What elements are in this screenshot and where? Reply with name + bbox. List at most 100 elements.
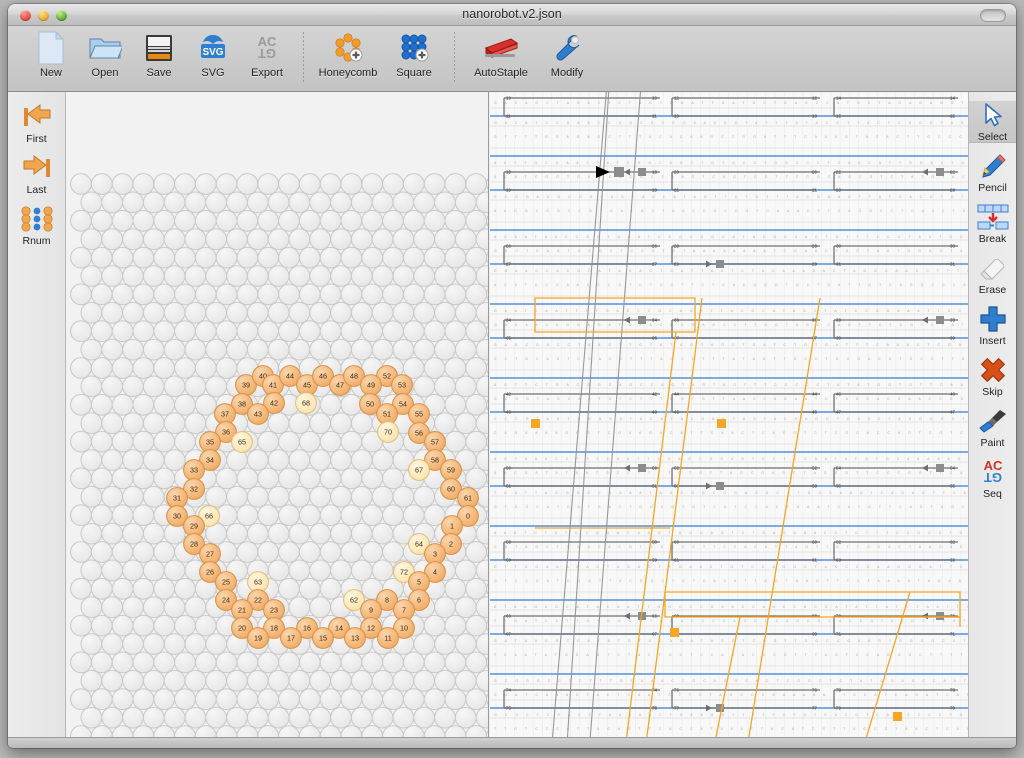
seq-label: Seq — [983, 488, 1002, 500]
open-folder-icon — [88, 30, 122, 66]
export-label: Export — [251, 67, 283, 79]
svg-text:GT: GT — [258, 46, 276, 61]
path-view-pane[interactable]: T G A G G T G T A G T A G G C C C G A A … — [490, 92, 968, 747]
svg-text:C T T G G A A A A A C T A G A: C T T G G A A A A A C T A G A G T T G A … — [494, 565, 968, 569]
helix-slot[interactable]: 43 — [248, 404, 269, 425]
seq-tool-button[interactable]: AC GT Seq — [969, 457, 1016, 500]
break-tool-button[interactable]: Break — [969, 202, 1016, 245]
scaffold-breakpoint-marker[interactable] — [893, 712, 902, 721]
helix-number: 66 — [205, 512, 213, 521]
arrow-to-first-icon — [20, 102, 54, 132]
helix-number: 60 — [447, 485, 455, 494]
svg-label: SVG — [201, 67, 224, 79]
helix-number: 64 — [415, 540, 423, 549]
svg-icon: SVG — [197, 30, 229, 66]
helix-number: 27 — [206, 550, 214, 559]
helix-number: 26 — [206, 568, 214, 577]
svg-button[interactable]: SVG SVG — [186, 30, 240, 79]
svg-text:C C T G C A G T C G A C C T T: C C T G C A G T C G A C C T T T A G C C … — [494, 357, 968, 361]
helix-number: 59 — [447, 466, 455, 475]
paint-tool-button[interactable]: Paint — [969, 406, 1016, 449]
selection-endpoint-marker[interactable] — [614, 167, 624, 177]
insert-tool-button[interactable]: Insert — [969, 304, 1016, 347]
helix-number: 33 — [190, 466, 198, 475]
pencil-tool-button[interactable]: Pencil — [969, 151, 1016, 194]
scaffold-breakpoint-marker[interactable] — [531, 419, 540, 428]
helix-number: 67 — [415, 466, 423, 475]
honeycomb-lattice-icon — [331, 30, 365, 66]
helix-slot[interactable]: 11 — [378, 628, 399, 649]
helix-number: 3 — [433, 550, 437, 559]
modify-button[interactable]: Modify — [538, 30, 596, 79]
helix-slot[interactable]: 67 — [409, 460, 430, 481]
svg-text:GT: GT — [983, 470, 1001, 485]
helix-number: 17 — [287, 634, 295, 643]
helix-slot[interactable]: 68 — [296, 393, 317, 414]
helix-number: 23 — [270, 606, 278, 615]
slice-view-pane[interactable]: 3940414445464748524953384268505437435155… — [66, 92, 489, 747]
svg-text:T T G T C C C A T T A G A G T: T T G T C C C A T T A G A G T T C A C C … — [494, 727, 968, 731]
helix-slot[interactable]: 19 — [248, 628, 269, 649]
scaffold-breakpoint-marker[interactable] — [670, 628, 679, 637]
honeycomb-button[interactable]: Honeycomb — [313, 30, 383, 79]
helix-number: 49 — [367, 381, 375, 390]
helix-slot[interactable]: 15 — [313, 628, 334, 649]
last-tool-button[interactable]: Last — [8, 153, 65, 196]
helix-number: 58 — [431, 456, 439, 465]
path-strand-diagram[interactable]: T G A G G T G T A G T A G G C C C G A A … — [490, 92, 968, 747]
svg-text:A G T A A A C C T T T C A A T: A G T A A A C C T T T C A A T T T G A G … — [494, 457, 968, 461]
svg-text:A C A T C C C A A C C C G T C: A C A T C C C A A C C C G T C T C C T T … — [494, 283, 968, 287]
helix-slot[interactable]: 13 — [345, 628, 366, 649]
save-button[interactable]: Save — [132, 30, 186, 79]
helix-number: 48 — [350, 372, 358, 381]
select-label: Select — [978, 131, 1007, 143]
helix-slot[interactable]: 59 — [441, 460, 462, 481]
skip-tool-button[interactable]: Skip — [969, 355, 1016, 398]
title-bar: nanorobot.v2.json — [8, 4, 1016, 26]
helix-number: 41 — [269, 381, 277, 390]
helix-number: 63 — [254, 578, 262, 587]
toolbar-separator-1 — [303, 32, 304, 84]
slice-lattice[interactable]: 3940414445464748524953384268505437435155… — [66, 92, 489, 747]
svg-text:G A G C G A C C T A A G T T G: G A G C G A C C T A A G T T G T A T A G … — [494, 343, 968, 347]
export-button[interactable]: AC GT Export — [240, 30, 294, 79]
helix-number: 7 — [402, 606, 406, 615]
helix-number: 43 — [254, 410, 262, 419]
svg-text:T G A T T A G G G C C G A A A: T G A T T A G G G C C G A A A T A G G G … — [494, 491, 968, 495]
helix-number: 50 — [366, 400, 374, 409]
scaffold-breakpoint-marker[interactable] — [717, 419, 726, 428]
svg-text:G A T A A G G C C A T A T G T: G A T A A G G C C A T A T G T C C A G A … — [494, 639, 968, 643]
main-toolbar: New Open Save — [8, 26, 1016, 92]
helix-number: 20 — [238, 624, 246, 633]
helix-slot[interactable]: 49 — [361, 375, 382, 396]
helix-slot[interactable]: 33 — [184, 460, 205, 481]
open-button[interactable]: Open — [78, 30, 132, 79]
helix-number: 14 — [335, 624, 343, 633]
svg-text:A T A A G A G C A T A C A A T: A T A A G A G C A T A C A A T T G G C C … — [494, 605, 968, 609]
square-button[interactable]: Square — [383, 30, 445, 79]
helix-slot[interactable]: 53 — [392, 375, 413, 396]
select-tool-button[interactable]: Select — [969, 100, 1016, 143]
helix-slot[interactable]: 70 — [378, 422, 399, 443]
paintbrush-icon — [978, 406, 1008, 436]
sequence-ac-gt-icon: AC GT — [976, 457, 1010, 487]
helix-number: 31 — [173, 494, 181, 503]
erase-tool-button[interactable]: Erase — [969, 253, 1016, 296]
helix-number: 4 — [433, 568, 437, 577]
svg-text:G C G G T A G C A A T G T C T: G C G G T A G C A A T G T C T T T G G T … — [494, 397, 968, 401]
toolbar-toggle-button[interactable] — [980, 9, 1006, 22]
svg-text:A A C G A T A T A A T G C C T: A A C G A T A T A A T G C C T T T T G T … — [494, 471, 968, 475]
autostaple-button[interactable]: AutoStaple — [464, 30, 538, 79]
renumber-tool-button[interactable]: Rnum — [8, 204, 65, 247]
helix-number: 61 — [464, 494, 472, 503]
helix-number: 15 — [319, 634, 327, 643]
helix-slot[interactable]: 17 — [281, 628, 302, 649]
new-button[interactable]: New — [24, 30, 78, 79]
svg-text:C A G A A A A G C G T C G A A: C A G A A A A G C G T C G A A G A C A T … — [494, 431, 968, 435]
square-lattice-icon — [397, 30, 431, 66]
helix-slot[interactable]: 65 — [232, 432, 253, 453]
helix-slot[interactable]: 55 — [409, 404, 430, 425]
helix-number: 0 — [466, 512, 470, 521]
first-tool-button[interactable]: First — [8, 102, 65, 145]
helix-number: 5 — [417, 578, 421, 587]
